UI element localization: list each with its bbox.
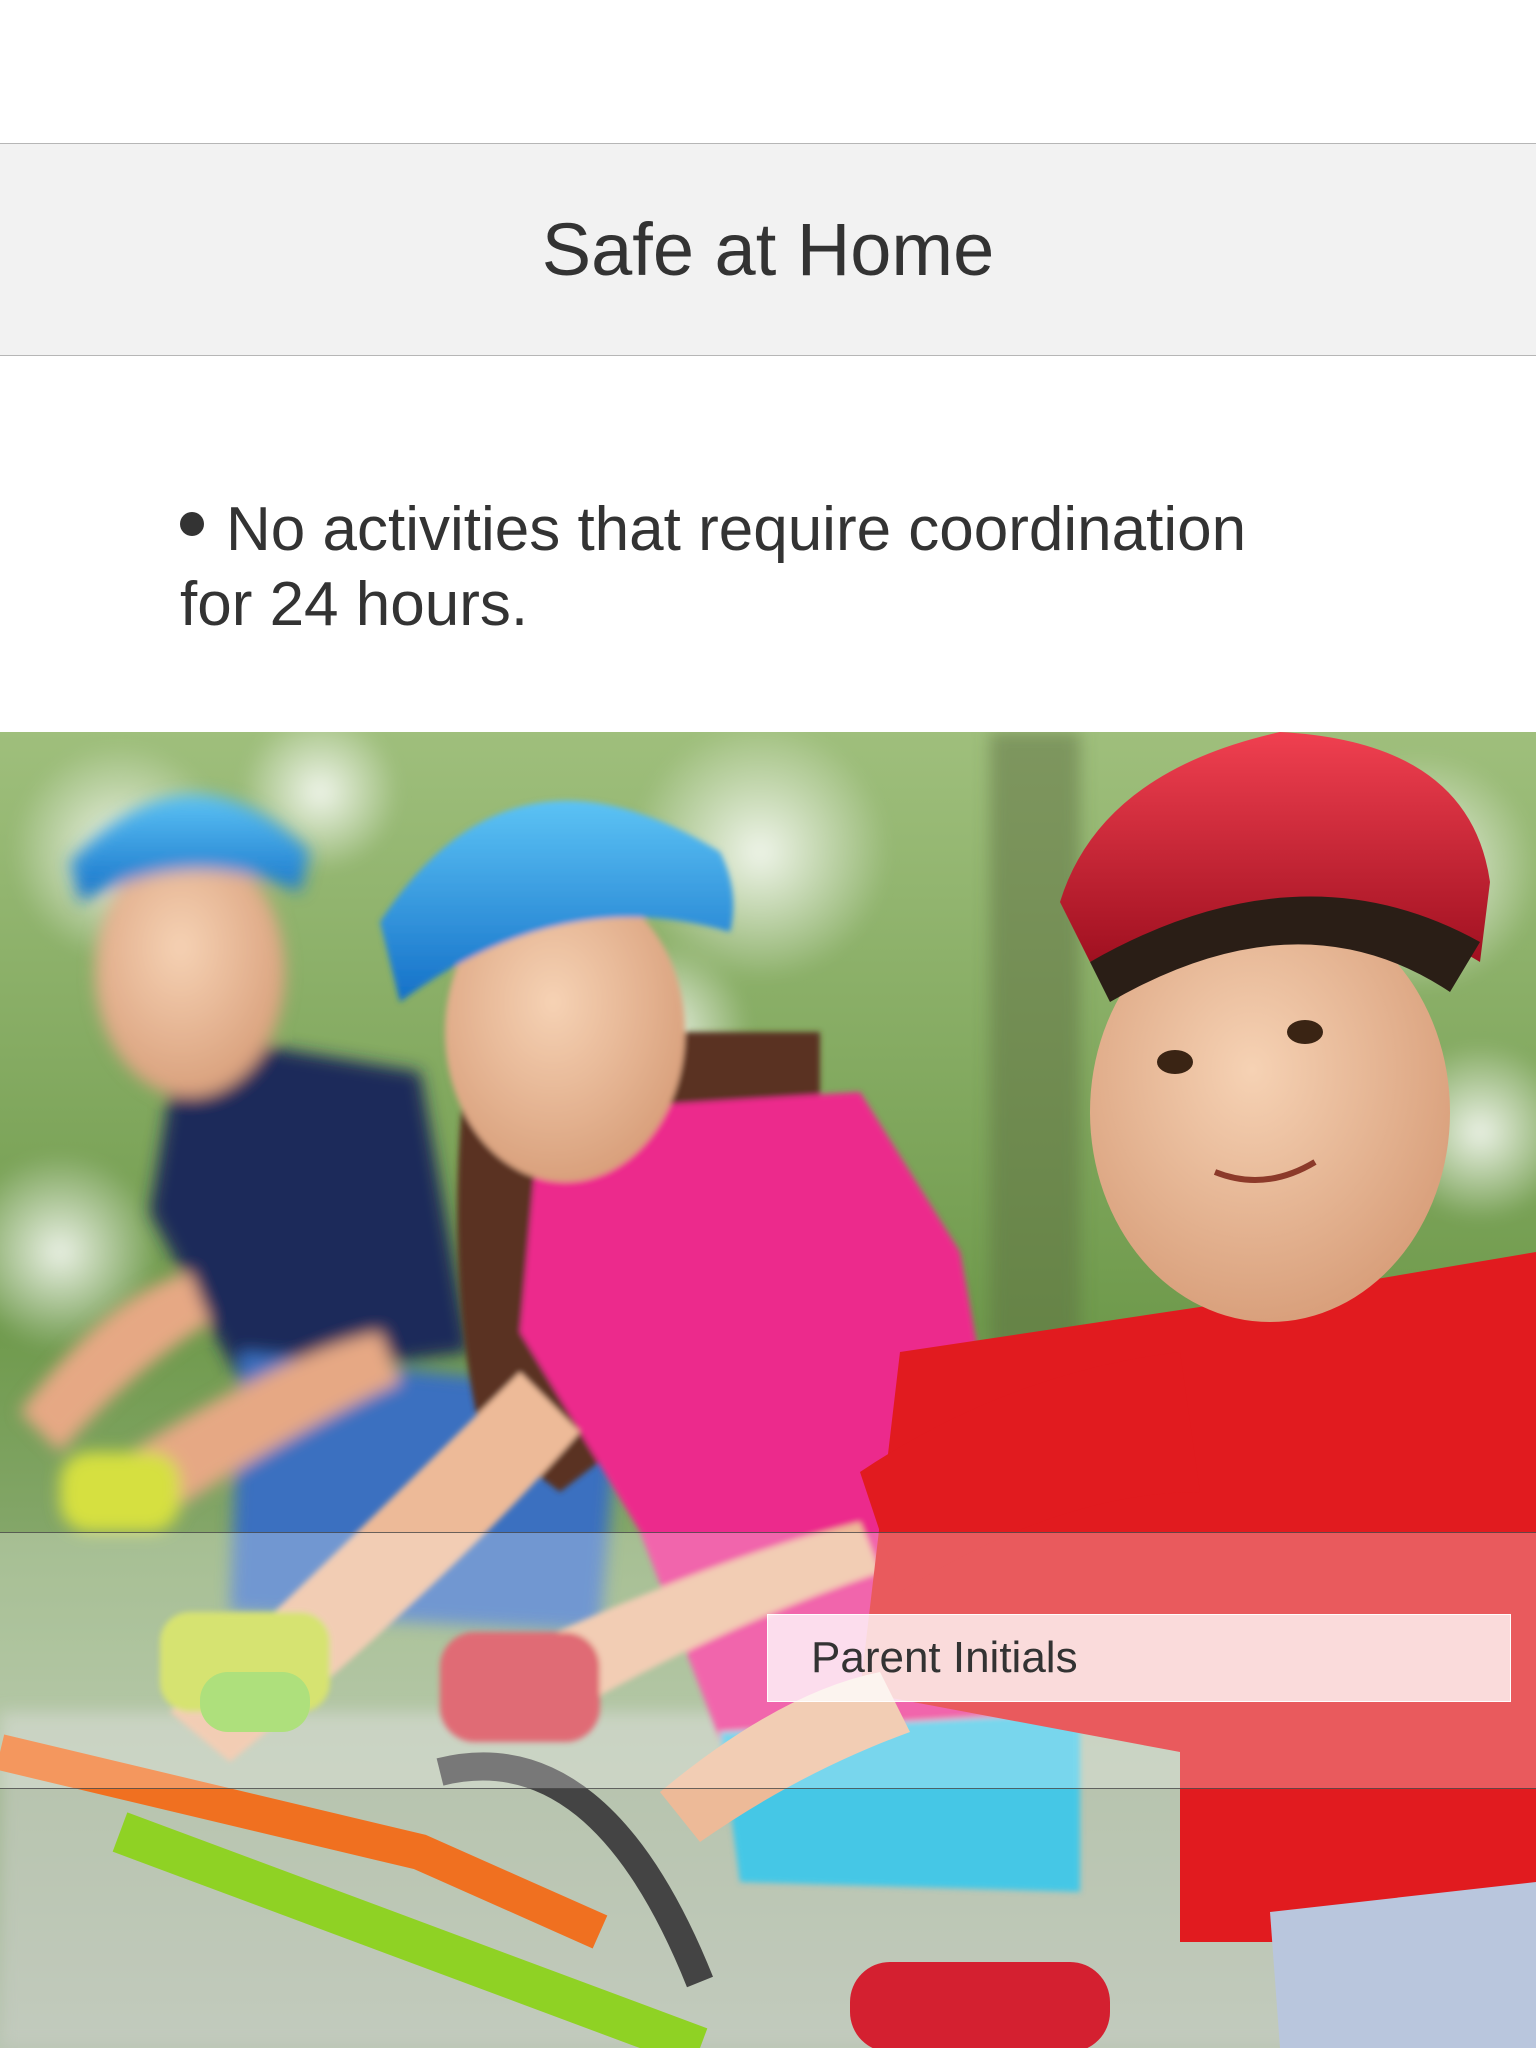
instruction-item: No activities that require coordination … <box>180 492 1330 642</box>
parent-initials-input[interactable] <box>767 1614 1511 1702</box>
initials-strip <box>0 1532 1536 1789</box>
kids-biking-photo <box>0 732 1536 2048</box>
bullet-icon <box>180 512 204 536</box>
page-title: Safe at Home <box>541 208 995 291</box>
instruction-text: No activities that require coordination … <box>180 495 1247 639</box>
title-bar: Safe at Home <box>0 143 1536 356</box>
